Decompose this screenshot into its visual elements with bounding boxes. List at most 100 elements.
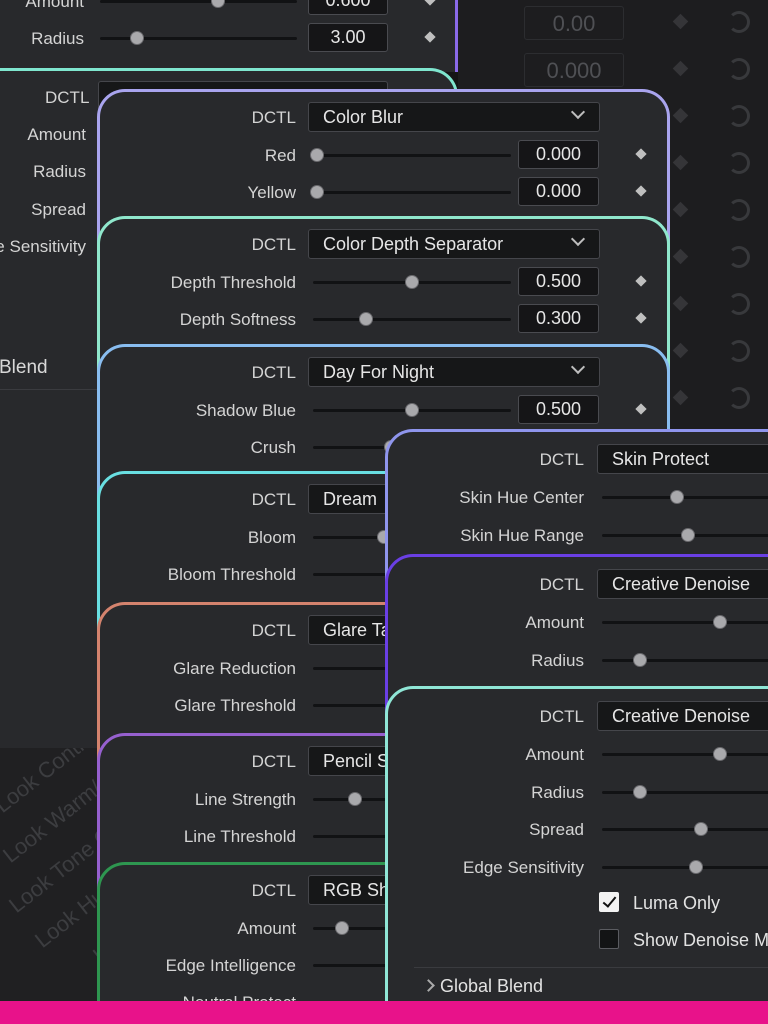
keyframe-icon[interactable] (635, 312, 647, 324)
param-label: Red (264, 146, 296, 165)
reset-icon[interactable] (728, 105, 750, 127)
keyframe-icon[interactable] (672, 60, 689, 77)
keyframe-icon[interactable] (672, 389, 689, 406)
slider-handle[interactable] (693, 822, 708, 836)
slider-handle[interactable] (310, 185, 324, 199)
keyframe-icon[interactable] (635, 148, 647, 160)
slider-track[interactable] (602, 658, 768, 662)
param-label: Line Strength (194, 790, 296, 809)
keyframe-icon[interactable] (672, 342, 689, 359)
value-field[interactable]: 3.00 (308, 23, 388, 52)
chevron-right-icon[interactable] (422, 979, 435, 992)
keyframe-icon[interactable] (424, 0, 436, 6)
slider-track[interactable] (602, 496, 768, 499)
param-label: Amount (525, 613, 584, 632)
dctl-dropdown[interactable]: Day For Night (308, 357, 600, 387)
param-row: Radius (388, 775, 768, 809)
reset-icon[interactable] (728, 340, 750, 362)
slider-handle[interactable] (130, 31, 144, 45)
dctl-dropdown[interactable]: Skin Protect (597, 444, 768, 474)
reset-icon[interactable] (728, 387, 750, 409)
reset-icon[interactable] (728, 152, 750, 174)
reset-icon[interactable] (728, 199, 750, 221)
slider-handle[interactable] (689, 859, 703, 874)
param-label: e Sensitivity (0, 237, 86, 256)
checkbox[interactable] (599, 892, 619, 912)
checkbox-label[interactable]: Luma Only (633, 893, 720, 914)
param-label: Edge Sensitivity (463, 857, 584, 877)
value-field[interactable]: 0.000 (518, 177, 599, 206)
slider-handle[interactable] (713, 747, 727, 761)
keyframe-icon[interactable] (672, 295, 689, 312)
value-field[interactable]: 0.500 (518, 267, 599, 296)
value-field[interactable]: 0.500 (518, 395, 599, 424)
param-label: Skin Hue Range (460, 525, 584, 545)
checkbox-row: Luma Only (388, 886, 768, 920)
param-row: Amount (388, 605, 768, 639)
slider-handle[interactable] (405, 403, 419, 417)
dctl-row: DCTL Creative Denoise (388, 699, 768, 733)
reset-icon[interactable] (728, 293, 750, 315)
keyframe-icon[interactable] (635, 403, 647, 415)
dctl-dropdown[interactable]: Creative Denoise (597, 569, 768, 599)
global-blend-row[interactable]: Global Blend (388, 969, 768, 1003)
value-field[interactable]: 0.600 (308, 0, 388, 15)
slider-track[interactable] (313, 191, 511, 194)
dctl-effect-name: Skin Protect (612, 449, 710, 469)
checkbox-row: Show Denoise M (388, 923, 768, 957)
checkbox-label[interactable]: Show Denoise M (633, 930, 768, 951)
global-blend-label[interactable]: Global Blend (440, 976, 543, 997)
blend-label[interactable]: Blend (0, 357, 48, 379)
slider-track[interactable] (313, 154, 511, 157)
reset-icon[interactable] (728, 246, 750, 268)
keyframe-icon[interactable] (672, 248, 689, 265)
param-row: Skin Hue Center (388, 480, 768, 514)
slider-handle[interactable] (669, 490, 684, 504)
param-label: Spread (529, 820, 584, 839)
dctl-dropdown[interactable]: Color Blur (308, 102, 600, 132)
chevron-down-icon (570, 359, 586, 375)
slider-handle[interactable] (348, 792, 362, 806)
slider-track[interactable] (602, 753, 768, 756)
slider-handle[interactable] (334, 921, 349, 935)
dctl-effect-name: RGB Shi (323, 880, 394, 900)
slider-handle[interactable] (633, 784, 647, 799)
slider-track[interactable] (313, 318, 511, 321)
slider-track[interactable] (602, 828, 768, 831)
slider-track[interactable] (602, 790, 768, 794)
dctl-dropdown[interactable]: Creative Denoise (597, 701, 768, 731)
keyframe-icon[interactable] (424, 31, 436, 43)
slider-handle[interactable] (359, 312, 374, 326)
reset-icon[interactable] (728, 11, 750, 33)
keyframe-icon[interactable] (672, 201, 689, 218)
param-label: Spread (31, 200, 86, 219)
keyframe-icon[interactable] (635, 275, 647, 287)
param-label: Line Threshold (183, 827, 296, 846)
keyframe-icon[interactable] (672, 154, 689, 171)
checkbox[interactable] (599, 929, 619, 949)
dctl-dropdown[interactable]: Color Depth Separator (308, 229, 600, 259)
slider-handle[interactable] (681, 527, 695, 542)
slider-handle[interactable] (633, 652, 647, 667)
slider-handle[interactable] (713, 615, 727, 629)
dctl-label: DCTL (45, 88, 90, 107)
slider-track[interactable] (602, 865, 768, 869)
slider-track[interactable] (100, 0, 297, 3)
dctl-label: DCTL (251, 621, 296, 640)
slider-handle[interactable] (405, 275, 419, 289)
slider-handle[interactable] (211, 0, 225, 8)
param-label: Skin Hue Center (459, 488, 584, 507)
value-field[interactable]: 0.300 (518, 304, 599, 333)
param-label: Depth Threshold (170, 273, 296, 292)
value-field[interactable]: 0.000 (518, 140, 599, 169)
keyframe-icon[interactable] (635, 185, 647, 197)
keyframe-icon[interactable] (672, 13, 689, 30)
bg-value-field[interactable]: 0.00 (524, 6, 624, 40)
slider-track[interactable] (602, 621, 768, 624)
dctl-effect-name: Dream (323, 489, 378, 509)
keyframe-icon[interactable] (672, 107, 689, 124)
slider-handle[interactable] (310, 148, 324, 162)
reset-icon[interactable] (728, 58, 750, 80)
bg-value-field[interactable]: 0.000 (524, 53, 624, 87)
dctl-label: DCTL (251, 752, 296, 771)
